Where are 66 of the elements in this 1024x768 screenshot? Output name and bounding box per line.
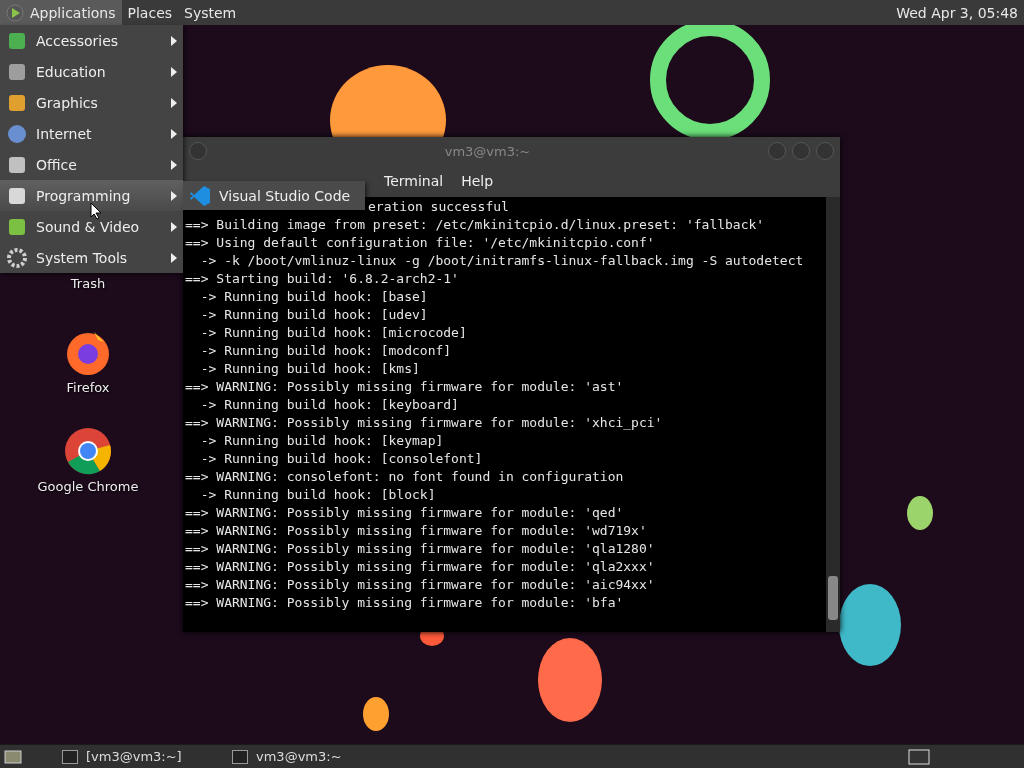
desktop-icon-label[interactable]: Google Chrome xyxy=(37,479,139,494)
terminal-line: -> Running build hook: [consolefont] xyxy=(199,450,484,468)
menu-item[interactable]: Graphics xyxy=(0,87,183,118)
submenu-arrow-icon xyxy=(171,221,177,232)
clock[interactable]: Wed Apr 3, 05:48 xyxy=(896,4,1024,21)
workspace-icon[interactable] xyxy=(908,748,930,765)
terminal-line: ==> WARNING: Possibly missing firmware for module: 'bfa' xyxy=(185,594,625,612)
submenu-arrow-icon xyxy=(171,190,177,201)
terminal-line: -> Running build hook: [modconf] xyxy=(199,342,453,360)
terminal-line: -> Running build hook: [keyboard] xyxy=(199,396,460,414)
terminal-line: -> Running build hook: [microcode] xyxy=(199,324,468,342)
submenu-arrow-icon xyxy=(171,97,177,108)
submenu-arrow-icon xyxy=(171,252,177,263)
menu-item[interactable]: Terminal xyxy=(375,173,453,189)
terminal-icon xyxy=(232,749,248,764)
wallpaper-bubble xyxy=(363,697,389,731)
terminal-line: ==> WARNING: Possibly missing firmware for module: 'qla1280' xyxy=(185,540,656,558)
submenu-arrow-icon xyxy=(171,66,177,77)
terminal-line: ==> Starting build: '6.8.2-arch2-1' xyxy=(185,270,460,288)
menu-item[interactable]: Office xyxy=(0,149,183,180)
terminal-line: ==> WARNING: consolefont: no font found in configuration xyxy=(185,468,625,486)
terminal-line: ==> WARNING: Possibly missing firmware for module: 'qed' xyxy=(185,504,625,522)
submenu-arrow-icon xyxy=(171,159,177,170)
terminal-line: ==> WARNING: Possibly missing firmware for module: 'qla2xxx' xyxy=(185,558,656,576)
menu-item[interactable]: Accessories xyxy=(0,25,183,56)
mouse-pointer-icon xyxy=(90,202,102,220)
panel-menu[interactable]: Applications xyxy=(0,0,122,25)
menu-item[interactable]: Help xyxy=(452,173,503,189)
category-icon xyxy=(6,122,28,145)
terminal-line: ==> WARNING: Possibly missing firmware for module: 'xhci_pci' xyxy=(185,414,664,432)
terminal-line: ==> WARNING: Possibly missing firmware for module: 'aic94xx' xyxy=(185,576,656,594)
terminal-line: -> Running build hook: [base] xyxy=(199,288,429,306)
terminal-line: -> Running build hook: [keymap] xyxy=(199,432,445,450)
terminal-line: -> Running build hook: [udev] xyxy=(199,306,429,324)
terminal-line: -> Running build hook: [kms] xyxy=(199,360,421,378)
panel-menu[interactable]: Places xyxy=(121,0,179,25)
window-title: vm3@vm3:~ xyxy=(443,143,532,159)
show-desktop-icon[interactable] xyxy=(4,748,22,765)
terminal-line: ==> WARNING: Possibly missing firmware for module: 'ast' xyxy=(185,378,625,396)
terminal-line: eration successful xyxy=(367,198,510,216)
chrome-icon[interactable] xyxy=(64,427,112,475)
menu-item[interactable]: Internet xyxy=(0,118,183,149)
desktop-icon-label[interactable]: Trash xyxy=(70,276,106,291)
terminal-line: ==> Building image from preset: /etc/mkinitcpio.d/linux.preset: 'fallback' xyxy=(185,216,766,234)
menu-item[interactable]: Sound & Video xyxy=(0,211,183,242)
menu-item[interactable]: Programming xyxy=(0,180,183,211)
menu-item[interactable]: System Tools xyxy=(0,242,183,273)
terminal-line: -> -k /boot/vmlinuz-linux -g /boot/initramfs-linux-fallback.img -S autodetect xyxy=(199,252,805,270)
taskbar-button[interactable]: [vm3@vm3:~] xyxy=(32,749,192,764)
code-editor-icon xyxy=(189,184,211,207)
terminal-line: ==> Using default configuration file: '/etc/mkinitcpio.conf' xyxy=(185,234,656,252)
terminal-line: -> Running build hook: [block] xyxy=(199,486,437,504)
submenu-arrow-icon xyxy=(171,35,177,46)
play-logo-icon xyxy=(6,3,24,22)
category-icon xyxy=(6,246,28,269)
wallpaper-bubble xyxy=(907,496,933,530)
submenu-item[interactable]: Visual Studio Code xyxy=(183,181,365,210)
scrollbar[interactable] xyxy=(826,197,840,632)
submenu-arrow-icon xyxy=(171,128,177,139)
taskbar-button[interactable]: vm3@vm3:~ xyxy=(202,749,362,764)
scrollbar-thumb[interactable] xyxy=(828,576,838,620)
menu-item[interactable]: Education xyxy=(0,56,183,87)
panel-menu[interactable]: System xyxy=(178,0,243,25)
terminal-line: ==> WARNING: Possibly missing firmware for module: 'wd719x' xyxy=(185,522,648,540)
terminal-icon xyxy=(62,749,78,764)
desktop-icon-label[interactable]: Firefox xyxy=(66,380,110,395)
